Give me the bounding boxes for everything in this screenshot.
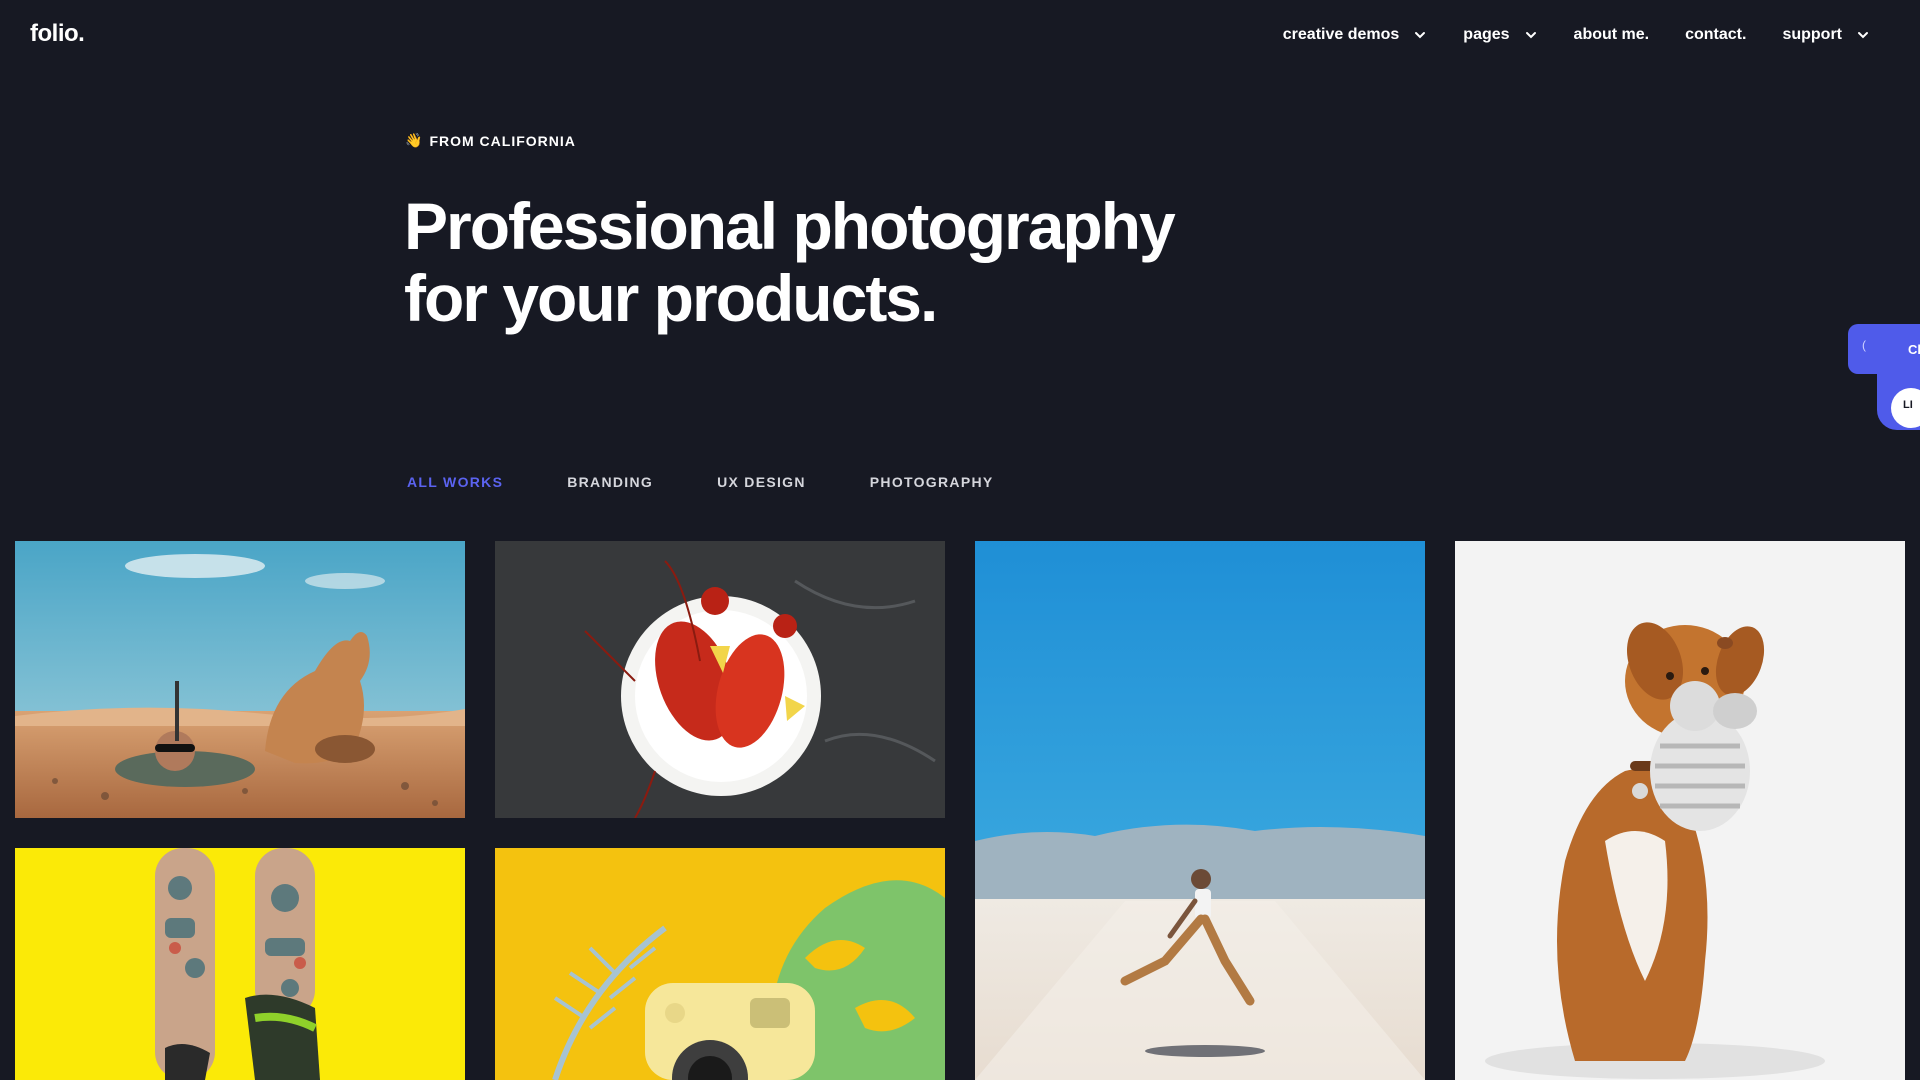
nav-pages[interactable]: pages	[1463, 26, 1537, 44]
gallery-item-desert-camel[interactable]	[15, 541, 465, 818]
filter-photography[interactable]: PHOTOGRAPHY	[870, 474, 994, 490]
main-nav: creative demos pages about me. contact. …	[1247, 26, 1870, 44]
desert-camel-photo	[15, 541, 465, 818]
nav-support[interactable]: support	[1782, 26, 1870, 44]
filter-branding[interactable]: BRANDING	[567, 474, 653, 490]
chevron-down-icon	[1858, 32, 1868, 39]
nav-about-me-label: about me.	[1573, 26, 1650, 43]
salt-flat-runner-photo	[975, 541, 1425, 1080]
nav-pages-label: pages	[1463, 26, 1510, 43]
site-logo[interactable]: folio.	[30, 20, 85, 48]
gallery-item-tattooed-legs[interactable]	[15, 848, 465, 1080]
side-widget-label-1: Cl	[1908, 342, 1920, 357]
waving-hand-icon: 👋	[405, 132, 424, 148]
gallery-item-lobster[interactable]	[495, 541, 945, 818]
chevron-down-icon	[1415, 32, 1426, 39]
chevron-down-icon	[1525, 32, 1536, 39]
nav-creative-demos[interactable]: creative demos	[1283, 26, 1428, 44]
instant-camera-photo	[495, 848, 945, 1080]
hero-headline-line1: Professional photography	[404, 189, 1176, 263]
filter-ux-design[interactable]: UX DESIGN	[717, 474, 806, 490]
portfolio-filters: ALL WORKS BRANDING UX DESIGN PHOTOGRAPHY	[407, 474, 1058, 490]
side-widget-bottom[interactable]: LI	[1877, 374, 1920, 430]
gallery-item-dog[interactable]	[1455, 541, 1905, 1080]
hero-headline: Professional photography for your produc…	[404, 190, 1264, 334]
nav-contact[interactable]: contact.	[1685, 26, 1746, 44]
lobster-plate-photo	[495, 541, 945, 818]
nav-contact-label: contact.	[1685, 26, 1747, 43]
nav-support-label: support	[1782, 26, 1842, 43]
nav-creative-demos-label: creative demos	[1282, 26, 1400, 43]
tattooed-legs-photo	[15, 848, 465, 1080]
hero-headline-line2: for your products.	[404, 261, 938, 335]
hero-eyebrow: 👋 FROM CALIFORNIA	[405, 132, 576, 149]
nav-about-me[interactable]: about me.	[1574, 26, 1650, 44]
dog-with-toy-photo	[1455, 541, 1905, 1080]
filter-all-works[interactable]: ALL WORKS	[407, 474, 503, 490]
gallery-item-instant-camera[interactable]	[495, 848, 945, 1080]
gallery-item-salt-flat-runner[interactable]	[975, 541, 1425, 1080]
floating-side-widget[interactable]: ( Cl LI	[1848, 324, 1920, 430]
side-widget-top[interactable]: ( Cl	[1848, 324, 1920, 374]
gear-icon: (	[1862, 338, 1866, 352]
top-navigation: folio. creative demos pages about me. co…	[0, 0, 1920, 80]
hero-eyebrow-text: FROM CALIFORNIA	[429, 132, 576, 149]
side-widget-label-2: LI	[1903, 399, 1913, 411]
